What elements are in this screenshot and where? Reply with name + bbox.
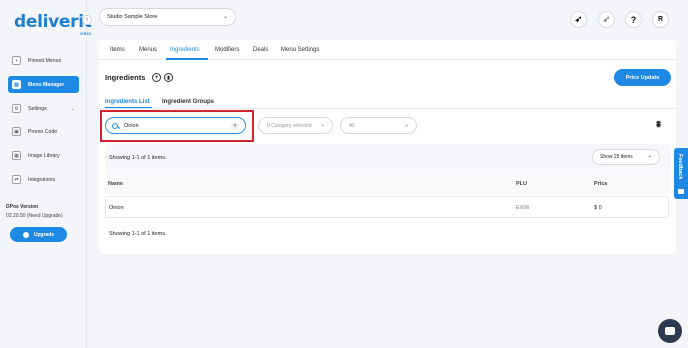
search-value: Onion bbox=[124, 122, 139, 129]
menu-tabs: Items Menus Ingredients Modifiers Deals … bbox=[99, 40, 676, 60]
tab-modifiers[interactable]: Modifiers bbox=[215, 47, 239, 53]
table-row[interactable]: Onion EX06 $ 0 bbox=[105, 196, 669, 218]
showing-count-bottom: Showing 1-1 of 1 items. bbox=[109, 231, 167, 237]
main-card: Items Menus Ingredients Modifiers Deals … bbox=[99, 40, 676, 254]
brand-name: deliverit bbox=[14, 12, 92, 32]
search-input[interactable]: Onion × bbox=[105, 117, 246, 134]
feedback-label: Feedback bbox=[677, 154, 683, 180]
upgrade-label: Upgrade bbox=[33, 231, 55, 238]
sidebar-item-label: Menu Manager bbox=[28, 81, 65, 88]
sidebar-item-label: Settings bbox=[28, 105, 47, 112]
tab-items[interactable]: Items bbox=[110, 47, 125, 53]
brand-logo[interactable]: deliverit ORIO bbox=[14, 12, 92, 36]
image-icon: ▦ bbox=[12, 151, 21, 160]
column-header-plu[interactable]: PLU bbox=[516, 181, 527, 187]
subtab-ingredient-groups[interactable]: Ingredient Groups bbox=[162, 99, 214, 105]
sidebar-item-label: Promo Code bbox=[28, 128, 58, 135]
column-header-price[interactable]: Price bbox=[594, 181, 607, 187]
tab-deals[interactable]: Deals bbox=[253, 47, 268, 53]
row-name: Onion bbox=[109, 205, 124, 211]
clear-search-icon[interactable]: × bbox=[231, 122, 239, 130]
table-header: Name PLU Price bbox=[105, 172, 671, 194]
feedback-icon bbox=[678, 189, 684, 194]
version-text: 02.20.50 (Need Upgrade) bbox=[6, 213, 63, 219]
add-icon[interactable]: + bbox=[152, 73, 161, 82]
brand-sub: ORIO bbox=[80, 31, 92, 36]
collapse-sidebar-button[interactable]: ‹ bbox=[82, 15, 92, 25]
store-name: Studio Sample Store bbox=[107, 14, 158, 20]
row-price: $ 0 bbox=[594, 205, 602, 211]
help-icon[interactable]: ? bbox=[625, 11, 642, 28]
profile-avatar[interactable]: R bbox=[652, 11, 669, 28]
sidebar-item-promo-code[interactable]: ▣ Promo Code bbox=[8, 123, 79, 140]
price-update-button[interactable]: Price Update bbox=[614, 69, 671, 86]
integrations-icon: ⇄ bbox=[12, 175, 21, 184]
status-select[interactable]: All ⌄ bbox=[340, 117, 417, 134]
pin-icon: ▪ bbox=[12, 56, 21, 65]
filter-icon[interactable]: ⩩ bbox=[649, 115, 668, 134]
subtab-ingredients-list[interactable]: Ingredients List bbox=[105, 99, 150, 105]
rocket-outline-icon[interactable]: ➶ bbox=[598, 11, 615, 28]
store-select[interactable]: Studio Sample Store ⌄ bbox=[99, 8, 236, 26]
chat-icon bbox=[665, 327, 675, 335]
row-plu: EX06 bbox=[516, 205, 530, 211]
page-title: Ingredients bbox=[105, 73, 146, 82]
rocket-icon[interactable]: ➶ bbox=[570, 11, 587, 28]
sidebar-item-integrations[interactable]: ⇄ Integrations bbox=[8, 171, 79, 188]
pagination-bar: Showing 1-1 of 1 items. Show 25 items ⌄ bbox=[105, 144, 671, 172]
upgrade-icon bbox=[22, 231, 29, 238]
sidebar-item-settings[interactable]: ⚙ Settings ⌄ bbox=[8, 100, 79, 117]
sidebar-item-label: Integrations bbox=[28, 176, 56, 183]
chevron-down-icon: ⌄ bbox=[70, 105, 75, 112]
column-header-name[interactable]: Name bbox=[108, 181, 123, 187]
page-size-select[interactable]: Show 25 items ⌄ bbox=[592, 149, 660, 165]
tab-menu-settings[interactable]: Menu Settings bbox=[281, 47, 319, 53]
sidebar-item-pinned-menus[interactable]: ▪ Pinned Menus bbox=[8, 52, 79, 69]
page-size-value: Show 25 items bbox=[600, 154, 633, 160]
promo-icon: ▣ bbox=[12, 127, 21, 136]
gear-icon: ⚙ bbox=[12, 104, 21, 113]
category-select[interactable]: 0 Category selected ⌄ bbox=[258, 117, 333, 134]
chevron-down-icon: ⌄ bbox=[222, 14, 228, 20]
menu-icon: ▤ bbox=[12, 80, 21, 89]
upgrade-button[interactable]: Upgrade bbox=[10, 227, 67, 242]
active-tab-indicator bbox=[166, 58, 208, 60]
status-value: All bbox=[349, 122, 355, 129]
chevron-down-icon: ⌄ bbox=[647, 153, 652, 159]
showing-count: Showing 1-1 of 1 items. bbox=[109, 155, 167, 161]
sidebar-item-menu-manager[interactable]: ▤ Menu Manager bbox=[8, 76, 79, 93]
sidebar-item-image-library[interactable]: ▦ Image Library bbox=[8, 147, 79, 164]
active-subtab-indicator bbox=[105, 107, 152, 108]
category-value: 0 Category selected bbox=[267, 122, 312, 129]
search-icon bbox=[112, 122, 118, 129]
tab-ingredients[interactable]: Ingredients bbox=[170, 47, 200, 53]
version-info: DPos Version 02.20.50 (Need Upgrade) bbox=[6, 204, 76, 222]
bookmark-icon[interactable]: ▮ bbox=[164, 73, 173, 82]
tab-menus[interactable]: Menus bbox=[139, 47, 157, 53]
chevron-down-icon: ⌄ bbox=[320, 122, 325, 128]
chat-button[interactable] bbox=[658, 319, 682, 343]
chevron-down-icon: ⌄ bbox=[404, 122, 409, 128]
sidebar-item-label: Image Library bbox=[28, 152, 60, 159]
subtab-divider bbox=[99, 108, 676, 109]
feedback-tab[interactable]: Feedback bbox=[674, 148, 688, 199]
version-title: DPos Version bbox=[6, 204, 39, 210]
sidebar: deliverit ORIO ▪ Pinned Menus ▤ Menu Man… bbox=[0, 0, 92, 348]
sidebar-item-label: Pinned Menus bbox=[28, 57, 62, 64]
